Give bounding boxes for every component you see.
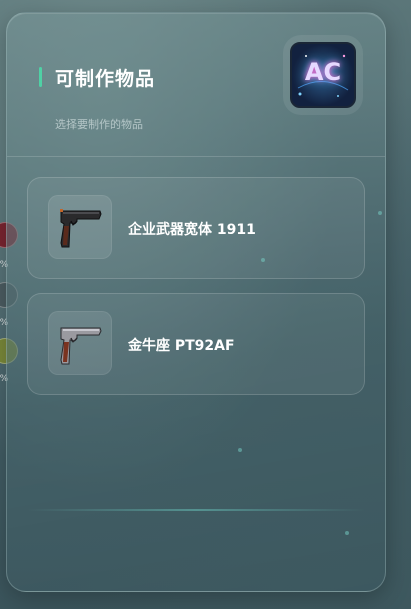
decor-dot <box>261 258 265 262</box>
item-label: 企业武器宽体 1911 <box>128 222 256 238</box>
craftable-item-1911[interactable]: 企业武器宽体 1911 <box>27 177 365 279</box>
panel-header: 可制作物品 选择要制作的物品 AC <box>7 13 385 156</box>
app-icon-frame: AC <box>283 35 363 115</box>
panel-title: 可制作物品 <box>55 68 156 90</box>
decor-dot <box>238 448 242 452</box>
title-accent-bar <box>39 67 42 87</box>
app-icon-text: AC <box>304 58 342 86</box>
crafting-panel: 可制作物品 选择要制作的物品 AC 企业武器宽体 1911 金牛座 PT92AF <box>6 12 386 592</box>
decor-dot <box>345 531 349 535</box>
ac-app-icon: AC <box>290 42 356 108</box>
footer-glow-line <box>27 509 365 511</box>
item-label: 金牛座 PT92AF <box>128 338 235 354</box>
pistol-pt92af-icon <box>48 311 112 375</box>
header-divider <box>7 156 385 157</box>
decor-dot <box>378 211 382 215</box>
craftable-item-pt92af[interactable]: 金牛座 PT92AF <box>27 293 365 395</box>
panel-subtitle: 选择要制作的物品 <box>55 118 143 131</box>
pistol-1911-icon <box>48 195 112 259</box>
